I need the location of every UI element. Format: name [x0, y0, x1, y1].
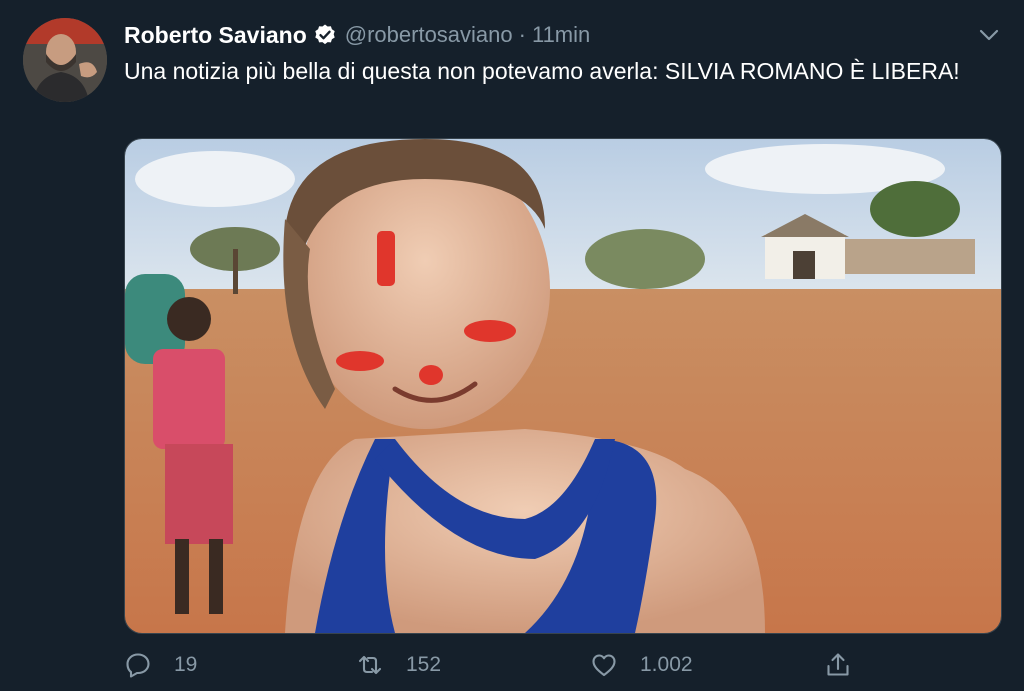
author-handle[interactable]: @robertosaviano: [345, 22, 513, 48]
retweet-count: 152: [406, 653, 442, 676]
retweet-icon: [358, 655, 382, 675]
photo-image: [125, 139, 1001, 633]
avatar[interactable]: [23, 18, 107, 102]
retweet-button[interactable]: 152: [356, 646, 441, 684]
avatar-image: [23, 18, 107, 102]
reply-count: 19: [174, 653, 198, 676]
reply-button[interactable]: 19: [124, 646, 197, 684]
verified-badge-icon: [315, 24, 335, 45]
share-button[interactable]: [824, 646, 852, 684]
chevron-down-icon[interactable]: [976, 22, 1002, 48]
like-count: 1.002: [640, 653, 693, 676]
tweet-actions: 19 152 1.002: [124, 646, 864, 686]
share-icon: [827, 653, 849, 676]
tweet-header: Roberto Saviano @robertosaviano · 11min: [124, 20, 590, 50]
heart-icon: [592, 654, 616, 677]
tweet-media-photo[interactable]: [124, 138, 1002, 634]
like-button[interactable]: 1.002: [590, 646, 693, 684]
reply-icon: [126, 653, 150, 678]
author-name[interactable]: Roberto Saviano: [124, 22, 307, 49]
separator-dot: ·: [518, 22, 526, 47]
tweet-text: Una notizia più bella di questa non pote…: [124, 58, 960, 84]
tweet[interactable]: Roberto Saviano @robertosaviano · 11min …: [0, 0, 1024, 691]
tweet-timestamp[interactable]: 11min: [532, 22, 590, 48]
